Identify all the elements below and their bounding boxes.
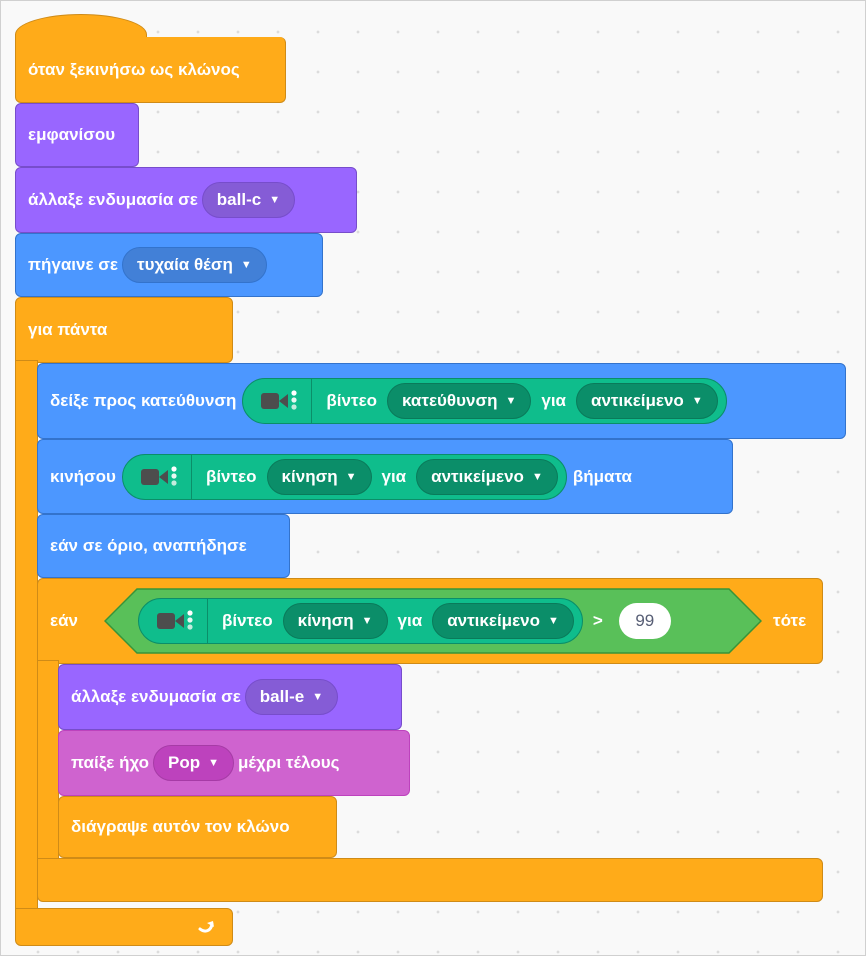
- switch-costume-block-2[interactable]: άλλαξε ενδυμασία σε ball-e ▼: [58, 664, 402, 730]
- when-start-as-clone-hat[interactable]: όταν ξεκινήσω ως κλώνος: [15, 37, 286, 103]
- subject-dropdown[interactable]: αντικείμενο ▼: [416, 458, 558, 495]
- subject-value: αντικείμενο: [591, 391, 684, 410]
- reporter-divider: [207, 598, 208, 644]
- subject-value: αντικείμενο: [431, 466, 524, 486]
- bounce-block[interactable]: εάν σε όριο, αναπήδησε: [37, 514, 290, 578]
- threshold-input[interactable]: 99: [618, 603, 671, 639]
- video-label: βίντεο: [326, 391, 378, 410]
- on-label: για: [397, 611, 423, 630]
- delete-clone-label: διάγραψε αυτόν τον κλώνο: [71, 817, 290, 836]
- forever-block-footer: [15, 908, 233, 946]
- move-label: κινήσου: [50, 466, 116, 486]
- forever-block-header[interactable]: για πάντα: [15, 297, 233, 363]
- go-to-value: τυχαία θέση: [136, 255, 233, 274]
- delete-clone-block[interactable]: διάγραψε αυτόν τον κλώνο: [58, 796, 337, 858]
- show-block[interactable]: εμφανίσου: [15, 103, 139, 167]
- attribute-value: κίνηση: [281, 466, 338, 486]
- move-steps-block[interactable]: κινήσου βίντεο κίνηση ▼ για αντικείμενο …: [37, 439, 733, 514]
- caret-down-icon: ▼: [547, 615, 559, 627]
- video-camera-icon: [253, 379, 305, 423]
- caret-down-icon: ▼: [691, 395, 703, 407]
- greater-than-operator[interactable]: βίντεο κίνηση ▼ για αντικείμενο ▼ > 99: [104, 588, 762, 654]
- go-to-label: πήγαινε σε: [28, 255, 118, 274]
- attribute-dropdown[interactable]: κίνηση ▼: [282, 603, 388, 639]
- attribute-value: κατεύθυνση: [402, 391, 498, 410]
- attribute-dropdown[interactable]: κατεύθυνση ▼: [387, 383, 532, 419]
- caret-down-icon: ▼: [531, 470, 543, 483]
- forever-label: για πάντα: [28, 320, 108, 339]
- caret-down-icon: ▼: [240, 259, 252, 271]
- go-to-block[interactable]: πήγαινε σε τυχαία θέση ▼: [15, 233, 323, 297]
- bounce-label: εάν σε όριο, αναπήδησε: [50, 536, 247, 555]
- reporter-divider: [311, 378, 313, 424]
- costume-dropdown[interactable]: ball-c ▼: [201, 182, 296, 218]
- video-label: βίντεο: [222, 611, 273, 630]
- hat-label: όταν ξεκινήσω ως κλώνος: [28, 59, 240, 79]
- attribute-dropdown[interactable]: κίνηση ▼: [266, 458, 372, 495]
- if-label: εάν: [50, 611, 78, 630]
- switch-costume-label: άλλαξε ενδυμασία σε: [71, 687, 241, 706]
- caret-down-icon: ▼: [312, 691, 324, 703]
- loop-arrow-icon: [196, 915, 218, 942]
- video-sensing-reporter[interactable]: βίντεο κίνηση ▼ για αντικείμενο ▼: [121, 453, 567, 500]
- video-camera-icon: [149, 599, 201, 643]
- subject-dropdown[interactable]: αντικείμενο ▼: [432, 603, 574, 639]
- attribute-value: κίνηση: [297, 611, 354, 630]
- on-label: για: [381, 466, 407, 486]
- steps-label: βήματα: [572, 466, 633, 486]
- if-arm: [37, 660, 59, 862]
- go-to-dropdown[interactable]: τυχαία θέση ▼: [121, 247, 267, 283]
- subject-dropdown[interactable]: αντικείμενο ▼: [576, 383, 718, 419]
- if-block-footer: [37, 858, 823, 902]
- play-sound-until-done-block[interactable]: παίξε ήχο Pop ▼ μέχρι τέλους: [58, 730, 410, 796]
- caret-down-icon: ▼: [345, 470, 357, 483]
- until-done-label: μέχρι τέλους: [238, 753, 340, 772]
- subject-value: αντικείμενο: [447, 611, 540, 630]
- forever-arm: [15, 360, 38, 912]
- costume-value: ball-c: [216, 190, 262, 209]
- point-label: δείξε προς κατεύθυνση: [50, 391, 237, 410]
- switch-costume-block[interactable]: άλλαξε ενδυμασία σε ball-c ▼: [15, 167, 357, 233]
- then-label: τότε: [773, 611, 807, 630]
- sound-dropdown[interactable]: Pop ▼: [153, 745, 235, 781]
- caret-down-icon: ▼: [505, 395, 517, 407]
- caret-down-icon: ▼: [361, 615, 373, 627]
- costume-dropdown[interactable]: ball-e ▼: [244, 679, 339, 715]
- show-label: εμφανίσου: [28, 125, 116, 144]
- video-camera-icon: [133, 455, 185, 499]
- point-in-direction-block[interactable]: δείξε προς κατεύθυνση βίντεο κατεύθυνση …: [37, 363, 846, 439]
- caret-down-icon: ▼: [269, 194, 281, 206]
- video-sensing-reporter[interactable]: βίντεο κίνηση ▼ για αντικείμενο ▼: [138, 598, 583, 644]
- play-sound-label: παίξε ήχο: [71, 753, 150, 772]
- on-label: για: [541, 391, 567, 410]
- if-block-header[interactable]: εάν βίντεο κίνηση ▼ για αντικείμενο ▼ > …: [37, 578, 823, 664]
- costume-value: ball-e: [259, 687, 305, 706]
- switch-costume-label: άλλαξε ενδυμασία σε: [28, 190, 198, 209]
- video-sensing-reporter[interactable]: βίντεο κατεύθυνση ▼ για αντικείμενο ▼: [242, 378, 727, 424]
- reporter-divider: [190, 453, 192, 500]
- greater-than-sign: >: [592, 611, 603, 630]
- video-label: βίντεο: [205, 466, 257, 486]
- caret-down-icon: ▼: [208, 757, 220, 769]
- sound-value: Pop: [168, 753, 201, 772]
